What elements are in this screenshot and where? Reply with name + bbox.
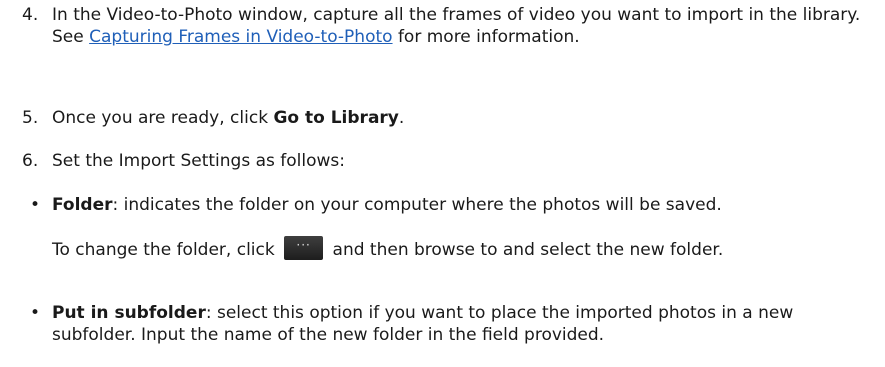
step-text: Set the Import Settings as follows:: [52, 151, 345, 171]
bullet-desc: and then browse to and select the new fo…: [327, 240, 724, 260]
step-number: 5.: [22, 108, 39, 128]
capturing-frames-link[interactable]: Capturing Frames in Video-to-Photo: [89, 27, 392, 47]
bullet-text: To change the folder, click and then bro…: [52, 234, 882, 261]
step-text: Once you are ready, click Go to Library.: [52, 107, 862, 129]
step-number: 6.: [22, 151, 39, 171]
step-text-part: .: [398, 108, 405, 128]
folder-term: Folder: [52, 195, 113, 215]
put-in-subfolder-term: Put in subfolder: [52, 303, 206, 323]
bullet-text: Folder: indicates the folder on your com…: [52, 194, 882, 216]
bullet-text: Put in subfolder: select this option if …: [52, 302, 882, 346]
step-text-part: for more information.: [392, 27, 580, 47]
bullet-marker: •: [30, 303, 41, 323]
ellipsis-icon: [284, 234, 324, 260]
help-page: { "steps": [ { "number": "4.", "text_bef…: [0, 0, 885, 367]
bullet-marker: •: [30, 195, 41, 215]
step-number: 4.: [22, 5, 39, 25]
bullet-desc: : indicates the folder on your computer …: [112, 195, 722, 215]
step-text: In the Video-to-Photo window, capture al…: [52, 4, 862, 48]
step-text-part: Once you are ready, click: [52, 108, 274, 128]
bullet-desc: To change the folder, click: [52, 240, 281, 260]
go-to-library-label: Go to Library: [273, 108, 399, 128]
